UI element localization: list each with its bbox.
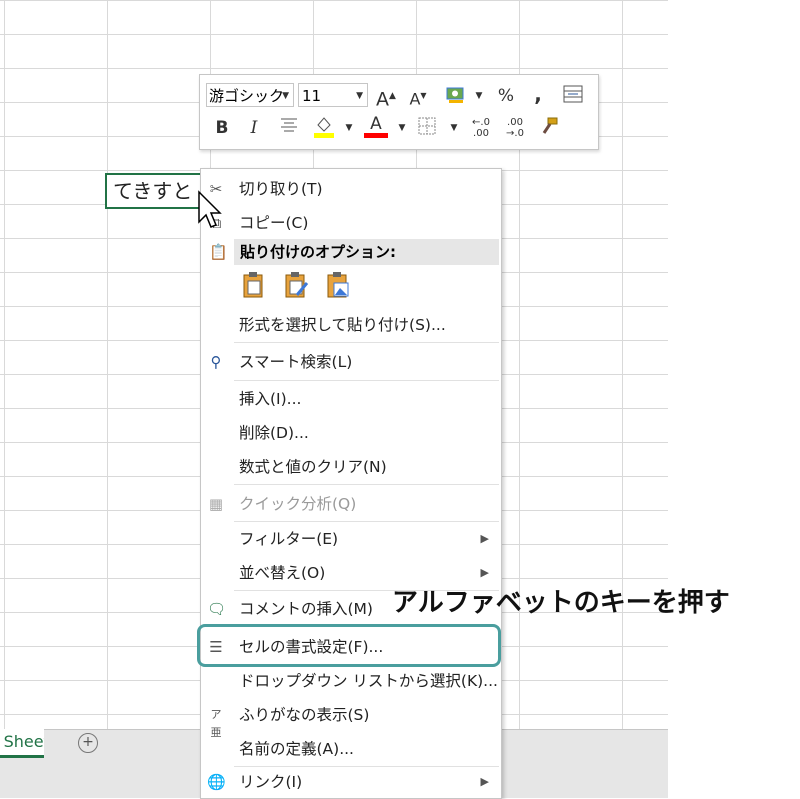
active-cell[interactable]: てきすと xyxy=(105,173,203,209)
font-name-select[interactable]: 游ゴシック ▼ xyxy=(206,83,294,107)
paste-picture-icon xyxy=(327,272,349,298)
font-size-select[interactable]: 11 ▼ xyxy=(298,83,368,107)
menu-item-cut[interactable]: ✂ 切り取り(T) xyxy=(201,173,499,205)
menu-item-define-name[interactable]: 名前の定義(A)... xyxy=(201,733,499,765)
increase-decimal-icon: ←.0 .00 xyxy=(472,117,490,139)
menu-item-delete[interactable]: 削除(D)... xyxy=(201,417,499,449)
menu-item-label: コピー(C) xyxy=(239,214,309,232)
menu-item-label: 挿入(I)... xyxy=(239,390,302,408)
sheet-tab[interactable]: Sheet1 xyxy=(0,729,44,758)
chevron-right-icon: ▶ xyxy=(480,532,489,545)
menu-separator xyxy=(234,484,499,485)
menu-item-label: コメントの挿入(M) xyxy=(239,600,373,618)
menu-separator xyxy=(234,380,499,381)
comment-icon: 🗨 xyxy=(207,600,227,618)
shrink-font-icon: A xyxy=(409,89,421,109)
increase-decimal-button[interactable]: ←.0 .00 xyxy=(468,117,494,139)
font-color-button[interactable]: A xyxy=(364,114,388,138)
align-center-button[interactable] xyxy=(278,117,300,139)
menu-item-filter[interactable]: フィルター(E) ▶ xyxy=(201,523,499,555)
grow-font-button[interactable]: A▲ xyxy=(376,85,396,111)
wrap-merge-button[interactable] xyxy=(562,85,584,107)
font-color-icon: A xyxy=(370,114,382,134)
percent-button[interactable]: % xyxy=(496,85,516,107)
decrease-decimal-button[interactable]: .00 →.0 xyxy=(502,117,528,139)
chevron-down-icon[interactable]: ▼ xyxy=(396,117,408,139)
menu-item-label: クイック分析(Q) xyxy=(239,495,357,513)
menu-item-quick-analysis[interactable]: ▦ クイック分析(Q) xyxy=(201,488,499,520)
menu-item-paste-special[interactable]: 形式を選択して貼り付け(S)... xyxy=(201,309,499,341)
menu-item-smart-lookup[interactable]: ⚲ スマート検索(L) xyxy=(201,346,499,378)
blank-area xyxy=(668,0,800,797)
chevron-right-icon: ▶ xyxy=(480,775,489,788)
menu-item-label: 名前の定義(A)... xyxy=(239,740,354,758)
chevron-down-icon: ▼ xyxy=(356,91,363,101)
italic-button[interactable]: I xyxy=(244,117,264,139)
menu-item-label: 並べ替え(O) xyxy=(239,564,326,582)
mini-toolbar: 游ゴシック ▼ 11 ▼ A▲ A▼ ▼ % , B I ▼ A ▼ ▼ ←.0… xyxy=(199,74,599,150)
menu-item-label: ドロップダウン リストから選択(K)... xyxy=(239,672,498,690)
menu-item-label: スマート検索(L) xyxy=(239,353,353,371)
menu-item-label: リンク(I) xyxy=(239,773,303,791)
menu-item-label: ふりがなの表示(S) xyxy=(239,706,370,724)
chevron-down-icon[interactable]: ▼ xyxy=(343,117,355,139)
paste-picture-button[interactable] xyxy=(325,271,353,301)
annotation-text: アルファベットのキーを押す xyxy=(392,588,730,618)
add-sheet-button[interactable]: + xyxy=(78,733,98,753)
paste-options-header: 貼り付けのオプション: xyxy=(234,239,499,265)
paste-icon xyxy=(243,272,263,298)
chevron-down-icon: ▼ xyxy=(282,91,289,101)
context-menu: ✂ 切り取り(T) ⧉ コピー(C) 📋 貼り付けのオプション: 形式を選択して… xyxy=(200,168,502,799)
paste-button[interactable] xyxy=(241,271,269,301)
font-name-value: 游ゴシック xyxy=(209,87,285,105)
bold-button[interactable]: B xyxy=(212,117,232,139)
menu-item-label: フィルター(E) xyxy=(239,530,339,548)
menu-separator xyxy=(234,342,499,343)
borders-icon xyxy=(418,117,436,135)
paste-formatting-icon xyxy=(285,272,309,298)
phonetic-icon: ア亜 xyxy=(210,708,222,739)
sheet-tab-label: Sheet1 xyxy=(3,732,44,751)
currency-format-icon xyxy=(446,87,464,103)
fill-color-button[interactable] xyxy=(312,115,336,138)
shrink-font-button[interactable]: A▼ xyxy=(408,85,428,109)
menu-item-clear[interactable]: 数式と値のクリア(N) xyxy=(201,451,499,483)
font-size-value: 11 xyxy=(302,87,322,105)
clipboard-icon: 📋 xyxy=(209,243,228,261)
comma-button[interactable]: , xyxy=(530,83,546,105)
grow-font-icon: A xyxy=(376,88,390,111)
mouse-cursor-icon xyxy=(198,190,222,228)
fill-bucket-icon xyxy=(314,117,334,138)
borders-button[interactable] xyxy=(416,117,438,139)
paste-formatting-button[interactable] xyxy=(283,271,311,301)
link-icon: 🌐 xyxy=(207,773,226,791)
chevron-down-icon[interactable]: ▼ xyxy=(473,85,485,107)
align-center-icon xyxy=(281,118,297,132)
menu-item-label: 数式と値のクリア(N) xyxy=(239,458,387,476)
format-painter-icon xyxy=(542,117,558,134)
menu-item-link[interactable]: 🌐 リンク(I) ▶ xyxy=(201,766,499,798)
menu-item-dropdown-list[interactable]: ドロップダウン リストから選択(K)... xyxy=(201,665,499,697)
decrease-decimal-icon: .00 →.0 xyxy=(506,117,524,139)
menu-item-label: 形式を選択して貼り付け(S)... xyxy=(239,316,446,334)
merge-center-icon xyxy=(563,85,583,103)
menu-item-insert[interactable]: 挿入(I)... xyxy=(201,383,499,415)
quick-analysis-icon: ▦ xyxy=(208,495,224,513)
menu-item-label: 切り取り(T) xyxy=(239,180,323,198)
menu-item-phonetic[interactable]: ア亜 ふりがなの表示(S) xyxy=(201,699,499,739)
menu-item-label: 削除(D)... xyxy=(239,424,309,442)
number-format-button[interactable] xyxy=(443,85,469,107)
menu-item-copy[interactable]: ⧉ コピー(C) xyxy=(201,207,499,239)
menu-separator xyxy=(234,521,499,522)
format-painter-button[interactable] xyxy=(538,117,560,139)
format-cells-highlight xyxy=(197,624,501,667)
chevron-down-icon[interactable]: ▼ xyxy=(448,117,460,139)
search-icon: ⚲ xyxy=(210,353,222,371)
